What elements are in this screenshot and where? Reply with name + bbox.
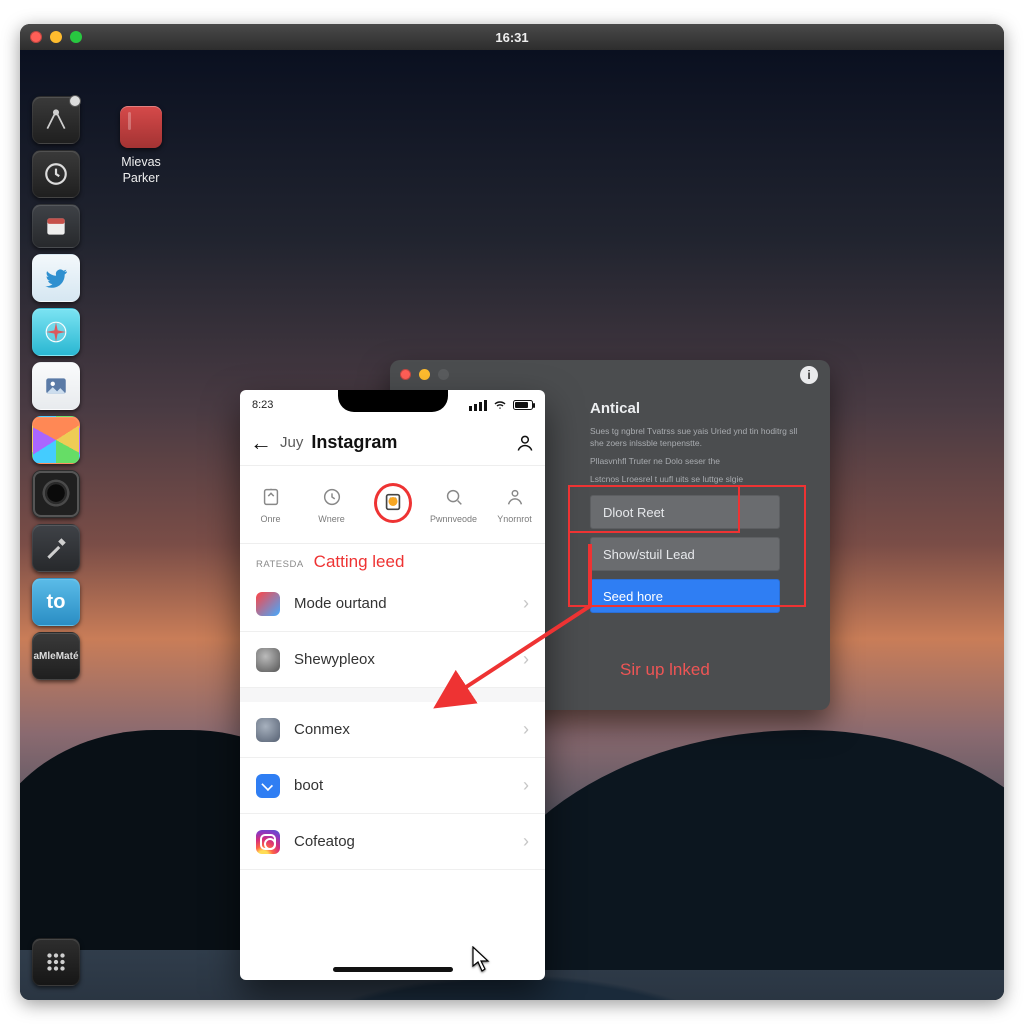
profile-icon[interactable] <box>515 433 535 453</box>
instagram-icon <box>256 830 280 854</box>
titlebar: 16:31 <box>20 24 1004 50</box>
wallpaper-hill <box>464 730 1004 970</box>
cursor-icon <box>472 946 490 972</box>
clock-icon[interactable] <box>32 150 80 198</box>
screwdriver-icon[interactable] <box>32 524 80 572</box>
book-icon <box>120 106 162 148</box>
dock: to aMle Maté <box>26 90 86 990</box>
signal-icon <box>469 400 487 411</box>
twitter-icon[interactable] <box>32 254 80 302</box>
section-title: Catting leed <box>314 552 405 572</box>
tab-label: Onre <box>260 514 280 524</box>
list-item-mode[interactable]: Mode ourtand › <box>240 576 545 632</box>
app-window: 16:31 <box>20 24 1004 1000</box>
list-item-shey[interactable]: Shewypleox › <box>240 632 545 688</box>
list-item-label: boot <box>294 777 323 794</box>
sphere-icon <box>256 648 280 672</box>
show-lead-button[interactable]: Show/stuil Lead <box>590 537 780 571</box>
section-header: RATESDA Catting leed <box>240 544 545 576</box>
desktop-app-icon[interactable]: Mievas Parker <box>110 106 172 186</box>
panel-buttons: Dloot Reet Show/stuil Lead Seed hore <box>590 495 780 613</box>
apps-grid-icon[interactable] <box>32 938 80 986</box>
safari-icon[interactable] <box>32 308 80 356</box>
to-icon[interactable]: to <box>32 578 80 626</box>
section-overline: RATESDA <box>256 559 304 570</box>
tab-passwords[interactable]: Pwnnveode <box>423 466 484 543</box>
close-icon[interactable] <box>400 369 411 380</box>
list-item-conmex[interactable]: Conmex › <box>240 702 545 758</box>
check-icon <box>256 774 280 798</box>
badge-dot-icon <box>388 497 397 506</box>
panel-desc: Pllasvnhfl Truter ne Dolo seser the <box>590 455 808 467</box>
sphere-icon <box>256 718 280 742</box>
phone-tabs: Onre Wnere Pwnnveode <box>240 466 545 544</box>
minimize-icon[interactable] <box>419 369 430 380</box>
desktop-icon-label: Mievas <box>110 154 172 170</box>
desktop: to aMle Maté Mievas Parker i Antic <box>20 50 1004 1000</box>
tab-where[interactable]: Wnere <box>301 466 362 543</box>
tab-active[interactable] <box>362 466 423 543</box>
panel-desc: Sues tg ngbrel Tvatrss sue yais Uried yn… <box>590 425 808 449</box>
phone-notch <box>338 390 448 412</box>
wifi-icon <box>493 399 507 411</box>
header-title: Instagram <box>311 432 397 453</box>
tab-label: Ynornrot <box>497 514 532 524</box>
launcher-icon[interactable] <box>32 96 80 144</box>
phone-header: ← Juy Instagram <box>240 420 545 466</box>
chevron-right-icon: › <box>523 719 529 740</box>
list-item-cofeatog[interactable]: Cofeatog › <box>240 814 545 870</box>
settings-list: Mode ourtand › Shewypleox › Conmex › boo… <box>240 576 545 870</box>
battery-icon <box>513 400 533 410</box>
header-prefix: Juy <box>280 434 303 451</box>
desktop-icon-label: Parker <box>110 170 172 186</box>
mate-icon[interactable]: aMle Maté <box>32 632 80 680</box>
panel-desc: Lstcnos Lroesrel t uufl uits se luttge s… <box>590 473 808 485</box>
panel-titlebar <box>390 360 830 388</box>
zoom-icon[interactable] <box>438 369 449 380</box>
tab-open[interactable]: Onre <box>240 466 301 543</box>
colors-icon[interactable] <box>32 416 80 464</box>
palette-icon <box>256 592 280 616</box>
list-item-label: Shewypleox <box>294 651 375 668</box>
home-indicator[interactable] <box>333 967 453 972</box>
chevron-right-icon: › <box>523 831 529 852</box>
back-icon[interactable]: ← <box>250 430 272 456</box>
phone-simulator: 8:23 ← Juy Instagram Onre <box>240 390 545 980</box>
chevron-right-icon: › <box>523 775 529 796</box>
tab-label: Pwnnveode <box>430 514 477 524</box>
list-item-label: Mode ourtand <box>294 595 387 612</box>
list-item-label: Cofeatog <box>294 833 355 850</box>
photos-icon[interactable] <box>32 362 80 410</box>
tab-label: Wnere <box>318 514 345 524</box>
reet-button[interactable]: Dloot Reet <box>590 495 780 529</box>
chevron-right-icon: › <box>523 593 529 614</box>
chevron-right-icon: › <box>523 649 529 670</box>
panel-title: Antical <box>590 400 808 417</box>
list-item-boot[interactable]: boot › <box>240 758 545 814</box>
list-separator <box>240 688 545 702</box>
menubar-clock: 16:31 <box>495 30 528 45</box>
window-controls <box>30 31 82 43</box>
camera-icon[interactable] <box>32 470 80 518</box>
info-icon[interactable]: i <box>800 366 818 384</box>
dock-label: Maté <box>56 651 79 662</box>
status-time: 8:23 <box>252 399 273 411</box>
list-item-label: Conmex <box>294 721 350 738</box>
minimize-icon[interactable] <box>50 31 62 43</box>
tab-accounts[interactable]: Ynornrot <box>484 466 545 543</box>
close-icon[interactable] <box>30 31 42 43</box>
zoom-icon[interactable] <box>70 31 82 43</box>
dock-label: aMle <box>33 651 55 662</box>
seed-hore-button[interactable]: Seed hore <box>590 579 780 613</box>
calendar-icon[interactable] <box>32 204 80 248</box>
